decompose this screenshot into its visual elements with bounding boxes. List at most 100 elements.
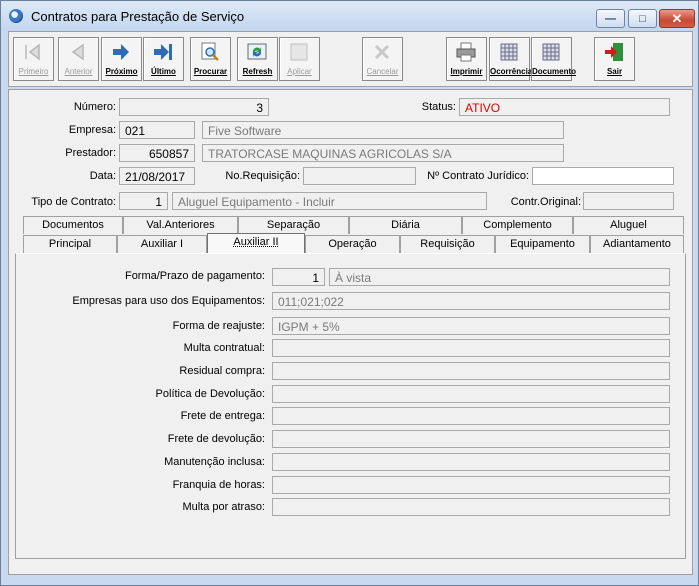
- status-field[interactable]: ATIVO: [459, 98, 670, 116]
- tab-complemento[interactable]: Complemento: [462, 216, 573, 234]
- tipo-contrato-code-field[interactable]: 1: [119, 192, 168, 210]
- frete-entrega-field[interactable]: [272, 407, 670, 425]
- refresh-button-label: Refresh: [242, 67, 273, 76]
- tab-label: Requisição: [420, 238, 475, 250]
- tab-label: Complemento: [483, 219, 552, 231]
- numero-label: Número:: [73, 101, 116, 113]
- data-label: Data:: [89, 170, 116, 182]
- contrato-juridico-field[interactable]: [532, 167, 674, 185]
- cancel-button-label: Cancelar: [366, 67, 399, 76]
- document-button-label: Documento: [532, 67, 576, 76]
- forma-reajuste-label: Forma de reajuste:: [172, 320, 265, 332]
- politica-devolucao-field[interactable]: [272, 385, 670, 403]
- tab-aluguel[interactable]: Aluguel: [573, 216, 684, 234]
- multa-contratual-label: Multa contratual:: [183, 342, 265, 354]
- empresas-uso-label: Empresas para uso dos Equipamentos:: [72, 295, 265, 307]
- tab-label: Operação: [328, 238, 377, 250]
- tipo-contrato-name-field: Aluguel Equipamento - Incluir: [172, 192, 487, 210]
- cancel-icon: [374, 44, 390, 60]
- tab-documentos[interactable]: Documentos: [23, 216, 123, 234]
- tab-label: Val.Anteriores: [146, 219, 215, 231]
- tab-label: Documentos: [42, 219, 104, 231]
- status-bar: [8, 576, 691, 582]
- next-record-icon: [113, 44, 129, 60]
- occurrence-button[interactable]: Ocorrência: [489, 37, 532, 81]
- last-record-icon: [154, 44, 172, 60]
- tab-auxiliar-ii[interactable]: Auxiliar II: [207, 233, 305, 254]
- window-title: Contratos para Prestação de Serviço: [31, 9, 245, 24]
- tab-diaria[interactable]: Diária: [349, 216, 462, 234]
- contrato-original-label: Contr.Original:: [510, 196, 581, 208]
- exit-button-label: Sair: [606, 67, 623, 76]
- empresas-uso-field[interactable]: 011;021;022: [272, 292, 670, 310]
- previous-button[interactable]: Anterior: [58, 37, 99, 81]
- printer-icon: [456, 42, 476, 62]
- close-button[interactable]: ✕: [659, 9, 695, 28]
- residual-compra-label: Residual compra:: [179, 365, 265, 377]
- close-icon: ✕: [671, 10, 683, 26]
- minimize-button[interactable]: —: [596, 9, 625, 28]
- exit-button[interactable]: Sair: [594, 37, 635, 81]
- tab-label: Auxiliar I: [140, 238, 184, 250]
- tab-val-anteriores[interactable]: Val.Anteriores: [123, 216, 238, 234]
- tab-requisicao[interactable]: Requisição: [400, 235, 495, 253]
- tab-separacao[interactable]: Separação: [238, 216, 349, 234]
- tab-operacao[interactable]: Operação: [305, 235, 400, 253]
- tab-auxiliar-i[interactable]: Auxiliar I: [117, 235, 207, 253]
- tab-label: Equipamento: [510, 238, 575, 250]
- previous-button-label: Anterior: [64, 67, 93, 76]
- next-button[interactable]: Próximo: [101, 37, 142, 81]
- empresa-name-field: Five Software: [202, 121, 564, 139]
- frete-devolucao-field[interactable]: [272, 430, 670, 448]
- manutencao-inclusa-field[interactable]: [272, 453, 670, 471]
- multa-atraso-label: Multa por atraso:: [182, 501, 265, 513]
- first-button[interactable]: Primeiro: [13, 37, 54, 81]
- requisicao-field[interactable]: [303, 167, 416, 185]
- numero-field[interactable]: 3: [119, 98, 269, 116]
- maximize-icon: □: [639, 12, 646, 25]
- tipo-contrato-label: Tipo de Contrato:: [31, 196, 116, 208]
- contrato-juridico-label: Nº Contrato Jurídico:: [427, 170, 529, 182]
- search-button-label: Procurar: [193, 67, 228, 76]
- tab-equipamento[interactable]: Equipamento: [495, 235, 590, 253]
- apply-button[interactable]: Aplicar: [279, 37, 320, 81]
- minimize-icon: —: [605, 12, 616, 25]
- data-field[interactable]: 21/08/2017: [119, 167, 195, 185]
- last-button[interactable]: Último: [143, 37, 184, 81]
- tab-label: Aluguel: [610, 219, 647, 231]
- politica-devolucao-label: Política de Devolução:: [155, 388, 265, 400]
- forma-prazo-code-field[interactable]: 1: [272, 268, 325, 286]
- empresa-label: Empresa:: [68, 124, 116, 136]
- tab-label: Diária: [391, 219, 420, 231]
- multa-atraso-field[interactable]: [272, 498, 670, 516]
- main-window: Contratos para Prestação de Serviço — □ …: [0, 0, 699, 586]
- search-icon: [201, 42, 219, 61]
- prestador-name-field: TRATORCASE MAQUINAS AGRICOLAS S/A: [202, 144, 564, 162]
- cancel-button[interactable]: Cancelar: [362, 37, 403, 81]
- prestador-code-field[interactable]: 650857: [119, 144, 195, 162]
- apply-icon: [290, 43, 308, 61]
- title-bar[interactable]: Contratos para Prestação de Serviço — □ …: [1, 1, 698, 31]
- refresh-button[interactable]: Refresh: [237, 37, 278, 81]
- frete-devolucao-label: Frete de devolução:: [167, 433, 265, 445]
- tab-adiantamento[interactable]: Adiantamento: [590, 235, 684, 253]
- empresa-code-field[interactable]: 021: [119, 121, 195, 139]
- previous-record-icon: [71, 43, 84, 61]
- residual-compra-field[interactable]: [272, 362, 670, 380]
- tab-principal[interactable]: Principal: [23, 235, 117, 253]
- apply-button-label: Aplicar: [287, 67, 312, 76]
- exit-door-icon: [605, 43, 623, 61]
- franquia-horas-field[interactable]: [272, 476, 670, 494]
- print-button[interactable]: Imprimir: [446, 37, 487, 81]
- forma-reajuste-field[interactable]: IGPM + 5%: [272, 317, 670, 335]
- maximize-button[interactable]: □: [628, 9, 657, 28]
- contrato-original-field[interactable]: [583, 192, 674, 210]
- next-button-label: Próximo: [105, 67, 138, 76]
- prestador-label: Prestador:: [65, 147, 116, 159]
- grid-icon: [542, 43, 560, 61]
- first-record-icon: [25, 43, 40, 61]
- multa-contratual-field[interactable]: [272, 339, 670, 357]
- search-button[interactable]: Procurar: [190, 37, 231, 81]
- frete-entrega-label: Frete de entrega:: [180, 410, 265, 422]
- document-button[interactable]: Documento: [531, 37, 576, 81]
